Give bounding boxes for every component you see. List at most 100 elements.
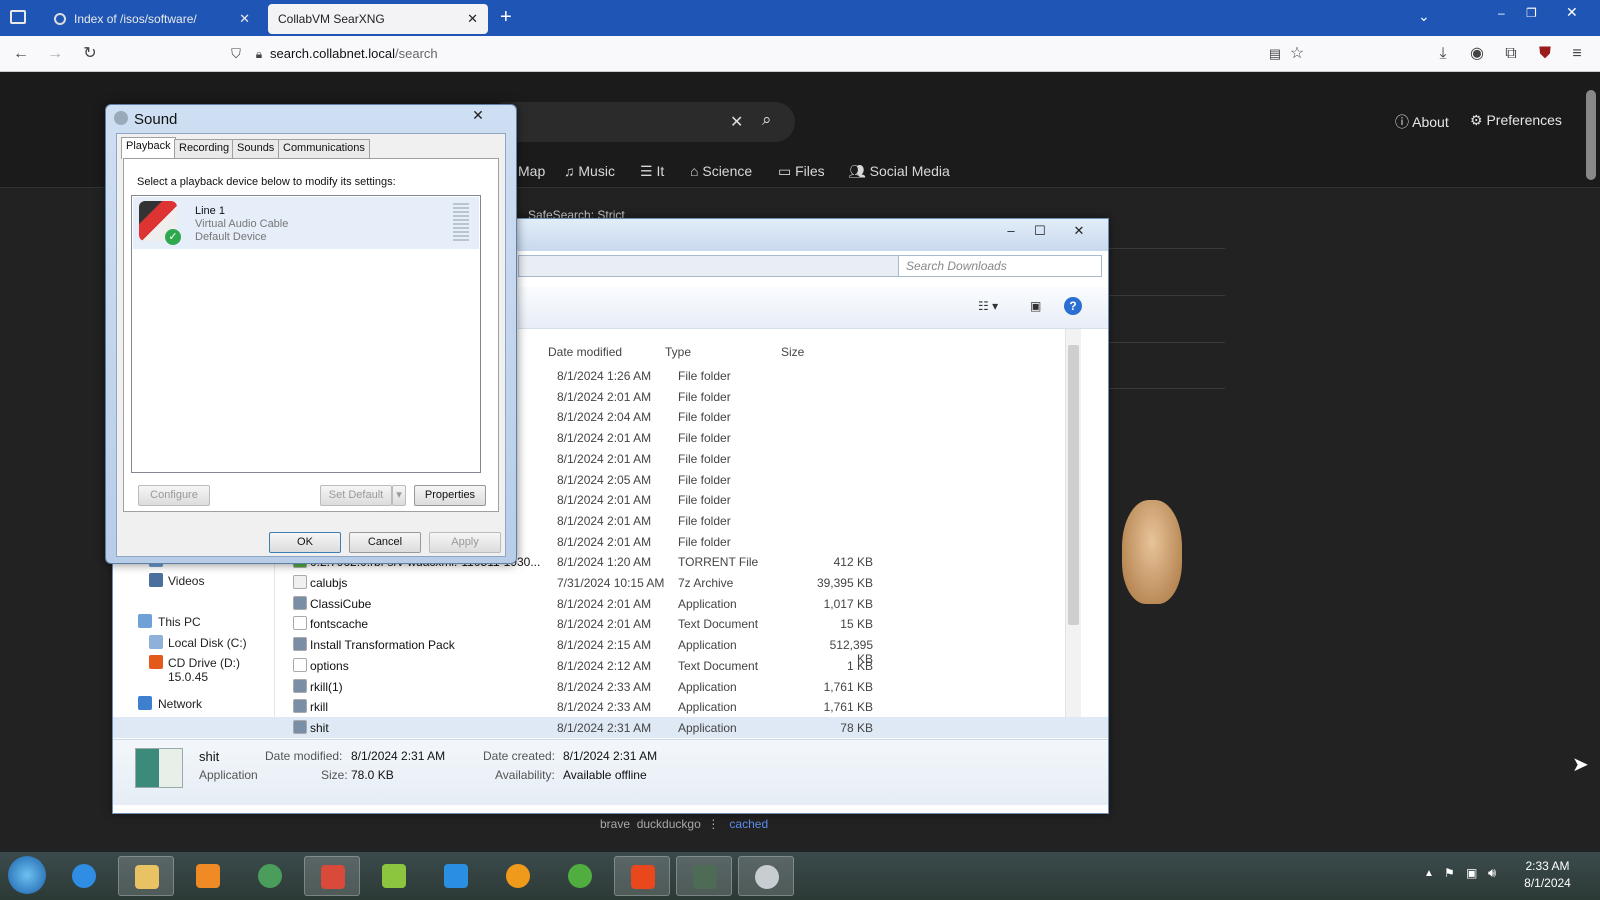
about-link[interactable]: ⓘ About <box>1395 112 1449 132</box>
browser-tab-searxng[interactable]: CollabVM SearXNG ✕ <box>268 4 488 34</box>
reload-icon[interactable]: ↻ <box>79 44 101 64</box>
row-type: File folder <box>678 513 731 528</box>
preview-pane-icon[interactable]: ▣ <box>1030 299 1041 313</box>
row-date: 8/1/2024 2:01 AM <box>557 431 652 446</box>
tab-recording[interactable]: Recording <box>174 139 235 158</box>
minimize-window-icon[interactable]: – <box>1498 6 1505 20</box>
taskbar-office[interactable] <box>614 856 670 896</box>
table-row[interactable]: options 8/1/2024 2:12 AM Text Document 1 KB <box>113 655 1108 676</box>
cached-link[interactable]: cached <box>729 817 768 831</box>
minimize-icon[interactable]: – <box>999 223 1023 241</box>
restore-window-icon[interactable]: ❐ <box>1526 6 1537 20</box>
table-row[interactable]: fontscache 8/1/2024 2:01 AM Text Document 1… <box>113 613 1108 634</box>
row-type: Application <box>678 596 737 611</box>
start-button-icon[interactable] <box>8 856 46 894</box>
taskbar-utorrent[interactable] <box>552 856 608 896</box>
taskbar-media-player[interactable] <box>180 856 236 896</box>
tab-playback[interactable]: Playback <box>121 137 176 159</box>
file-icon <box>293 678 307 693</box>
ublock-shield-icon[interactable]: ⛊ <box>1534 44 1556 64</box>
category-label: Science <box>702 163 753 179</box>
bookmark-star-icon[interactable]: ☆ <box>1286 44 1308 64</box>
taskbar-notepad-plus[interactable] <box>366 856 422 896</box>
category-social-media[interactable]: 👥︎ Social Media <box>848 163 950 180</box>
volume-icon[interactable]: 🔊︎ <box>1488 865 1496 881</box>
row-date: 8/1/2024 2:01 AM <box>557 451 652 466</box>
taskbar-app-red[interactable] <box>304 856 360 896</box>
menu-icon[interactable]: ≡ <box>1566 44 1588 64</box>
close-tab-icon[interactable]: ✕ <box>467 11 478 27</box>
close-tab-icon[interactable]: ✕ <box>239 11 250 27</box>
table-row[interactable]: rkill(1) 8/1/2024 2:33 AM Application 1,761… <box>113 676 1108 697</box>
category-files[interactable]: ▭ Files <box>778 163 825 180</box>
ok-button[interactable]: OK <box>269 532 341 553</box>
category-science[interactable]: ⌂ Science <box>690 163 752 179</box>
taskbar-search-app[interactable] <box>490 856 546 896</box>
shield-icon: ⛉ <box>231 46 241 61</box>
chevron-down-icon[interactable]: ⌄ <box>1418 8 1430 25</box>
table-row[interactable]: Install Transformation Pack 8/1/2024 2:15… <box>113 634 1108 666</box>
change-view-icon[interactable]: ☷ ▾ <box>978 299 998 313</box>
row-type: Application <box>678 720 737 735</box>
network-tray-icon[interactable]: ▣ <box>1466 866 1477 880</box>
downloads-icon[interactable]: ⤓ <box>1432 44 1454 64</box>
search-box[interactable] <box>500 102 795 142</box>
tab-list-icon[interactable] <box>10 10 26 24</box>
table-row[interactable]: shit 8/1/2024 2:31 AM Application 78 KB <box>113 716 1108 738</box>
search-icon[interactable]: ⌕ <box>762 110 772 130</box>
forward-icon[interactable]: → <box>44 44 66 64</box>
category-map[interactable]: Map <box>518 163 545 179</box>
row-type: TORRENT File <box>678 555 759 570</box>
column-type[interactable]: Type <box>665 345 691 359</box>
page-scrollbar[interactable] <box>1583 86 1598 852</box>
row-date: 8/1/2024 1:26 AM <box>557 369 652 383</box>
hamster-desktop-pet[interactable] <box>1122 500 1182 604</box>
taskbar-sound[interactable] <box>738 856 794 896</box>
properties-button[interactable]: Properties <box>414 485 486 506</box>
device-line-1[interactable]: ✓ Line 1 Virtual Audio Cable Default Dev… <box>133 197 479 249</box>
table-row[interactable]: calubjs 7/31/2024 10:15 AM 7z Archive 39,39… <box>113 572 1108 593</box>
help-icon[interactable]: ? <box>1064 297 1082 315</box>
taskbar-clock[interactable]: 2:33 AM 8/1/2024 <box>1510 858 1585 892</box>
close-window-icon[interactable]: ✕ <box>1566 4 1578 21</box>
taskbar-task-manager[interactable] <box>676 856 732 896</box>
taskbar-internet-explorer[interactable] <box>56 856 112 896</box>
search-downloads-input[interactable]: Search Downloads <box>898 255 1102 277</box>
action-center-icon[interactable]: ⚑ <box>1444 866 1455 880</box>
set-default-dropdown-icon[interactable]: ▾ <box>392 485 406 506</box>
reader-view-icon[interactable]: ▤ <box>1264 44 1286 64</box>
category-music[interactable]: ♫ Music <box>564 163 615 179</box>
column-date-modified[interactable]: Date modified <box>548 345 622 359</box>
tray-expand-icon[interactable]: ▲ <box>1424 868 1434 879</box>
back-icon[interactable]: ← <box>10 44 32 64</box>
close-icon[interactable]: ✕ <box>1067 223 1091 241</box>
preferences-link[interactable]: ⚙ Preferences <box>1470 112 1562 129</box>
row-type: Application <box>678 638 737 653</box>
account-icon[interactable]: ◉ <box>1466 44 1488 64</box>
url-bar[interactable]: search.collabnet.local/search <box>270 46 438 61</box>
tab-sounds[interactable]: Sounds <box>232 139 280 158</box>
clear-search-icon[interactable]: ✕ <box>730 112 743 132</box>
category-label: Files <box>795 163 825 179</box>
column-size[interactable]: Size <box>781 345 804 359</box>
taskbar-vscode[interactable] <box>428 856 484 896</box>
taskbar-file-explorer[interactable] <box>118 856 174 896</box>
page-scrollbar-thumb[interactable] <box>1586 90 1596 180</box>
tab-communications[interactable]: Communications <box>278 139 370 158</box>
set-default-button[interactable]: Set Default <box>320 485 392 506</box>
row-date: 8/1/2024 2:04 AM <box>557 410 652 425</box>
browser-tab-index[interactable]: Index of /isos/software/ ✕ <box>44 4 260 34</box>
detail-filename: shit <box>199 749 220 764</box>
category-it[interactable]: ☰ It <box>640 163 664 180</box>
table-row[interactable]: ClassiCube 8/1/2024 2:01 AM Application 1,0… <box>113 593 1108 614</box>
table-row[interactable]: rkill 8/1/2024 2:33 AM Application 1,761 KB <box>113 696 1108 717</box>
taskbar-globe-app[interactable] <box>242 856 298 896</box>
apply-button[interactable]: Apply <box>429 532 501 553</box>
configure-button[interactable]: Configure <box>138 485 210 506</box>
dialog-title: Sound <box>134 111 178 128</box>
maximize-icon[interactable]: ☐ <box>1028 223 1052 241</box>
cancel-button[interactable]: Cancel <box>349 532 421 553</box>
new-tab-icon[interactable]: + <box>500 6 512 29</box>
close-icon[interactable]: ✕ <box>454 107 502 125</box>
extensions-icon[interactable]: ⧉ <box>1500 44 1522 64</box>
